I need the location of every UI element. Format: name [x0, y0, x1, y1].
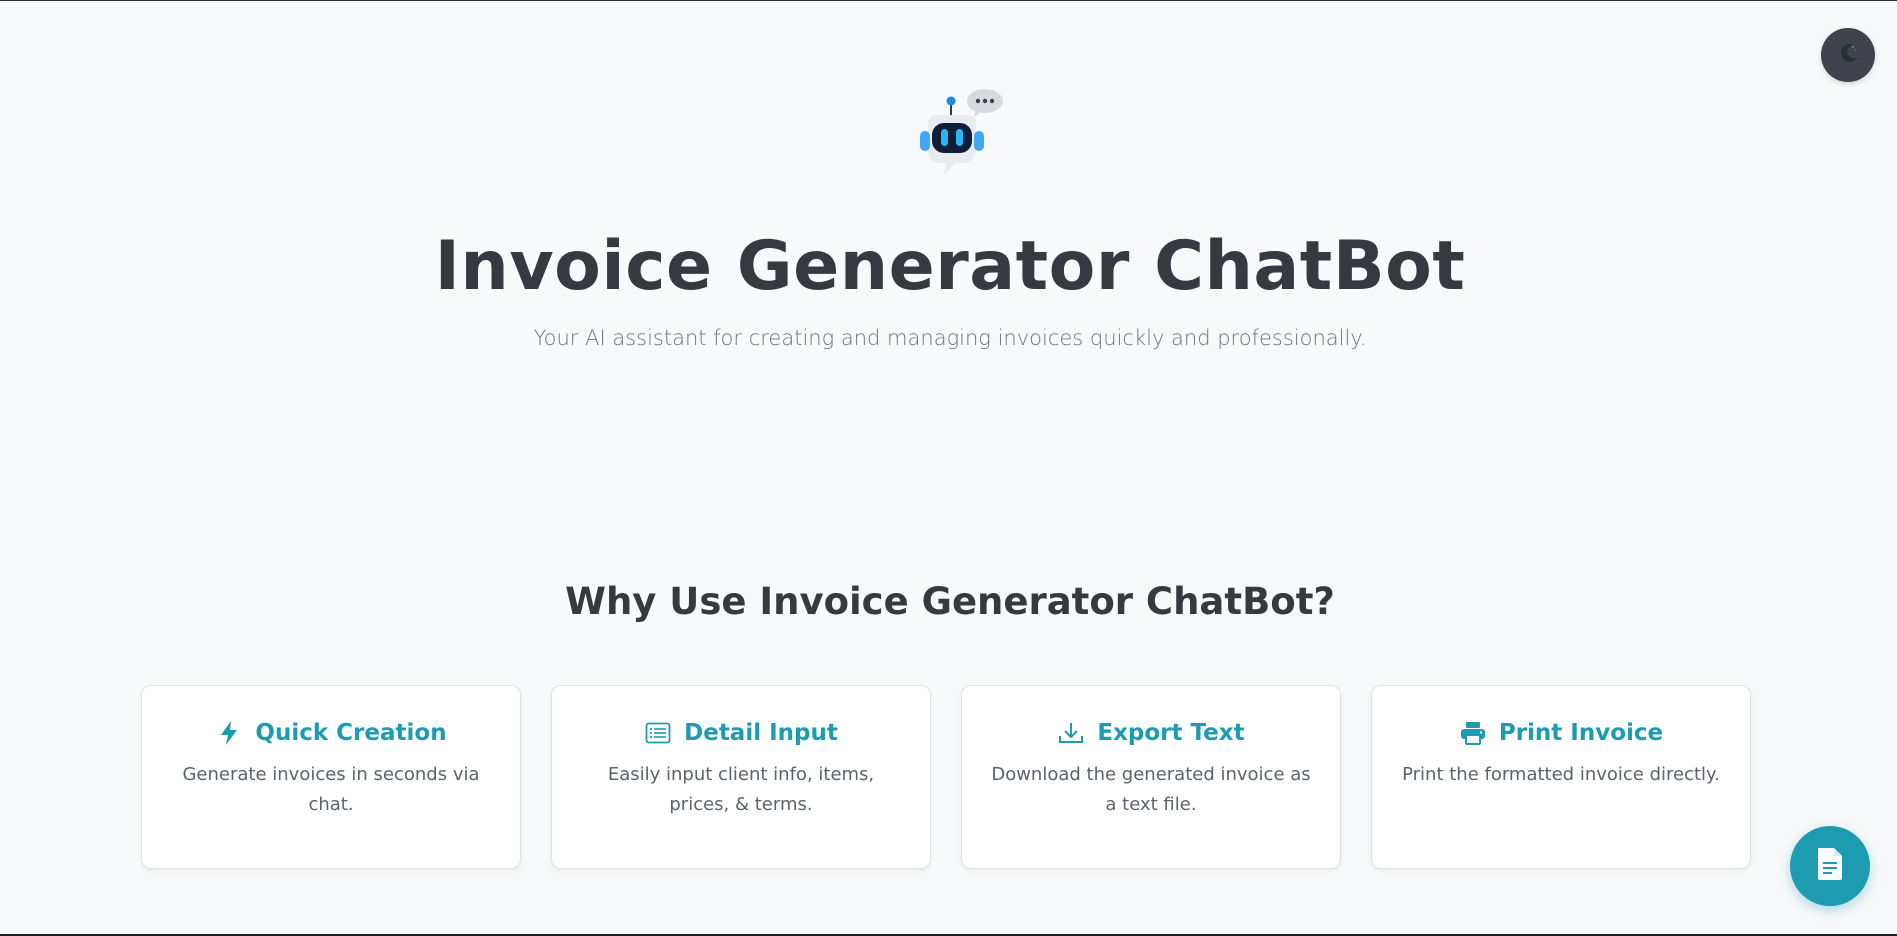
feature-title: Export Text [1097, 720, 1245, 746]
robot-chat-icon [898, 87, 1008, 187]
feature-card-export-text: Export Text Download the generated invoi… [961, 685, 1341, 869]
feature-title: Print Invoice [1498, 720, 1664, 746]
document-icon [1816, 847, 1844, 885]
feature-description: Download the generated invoice as a text… [991, 764, 1311, 815]
feature-card-quick-creation: Quick Creation Generate invoices in seco… [141, 685, 521, 869]
features-heading: Why Use Invoice Generator ChatBot? [565, 580, 1335, 623]
feature-description: Easily input client info, items, prices,… [607, 764, 875, 815]
features-grid: Quick Creation Generate invoices in seco… [141, 685, 1751, 869]
feature-card-detail-input: Detail Input Easily input client info, i… [551, 685, 931, 869]
list-details-icon [644, 719, 672, 747]
moon-icon [1836, 41, 1860, 69]
feature-description: Generate invoices in seconds via chat. [182, 764, 480, 815]
feature-description: Print the formatted invoice directly. [1402, 764, 1720, 785]
feature-title: Detail Input [684, 720, 838, 746]
download-icon [1057, 719, 1085, 747]
page-subtitle: Your AI assistant for creating and manag… [533, 326, 1367, 350]
theme-toggle-button[interactable] [1821, 28, 1875, 82]
feature-card-print-invoice: Print Invoice Print the formatted invoic… [1371, 685, 1751, 869]
lightning-bolt-icon [215, 719, 243, 747]
open-chat-button[interactable] [1790, 826, 1870, 906]
page-title: Invoice Generator ChatBot [434, 227, 1466, 306]
printer-icon [1459, 719, 1487, 747]
feature-title: Quick Creation [255, 720, 447, 746]
